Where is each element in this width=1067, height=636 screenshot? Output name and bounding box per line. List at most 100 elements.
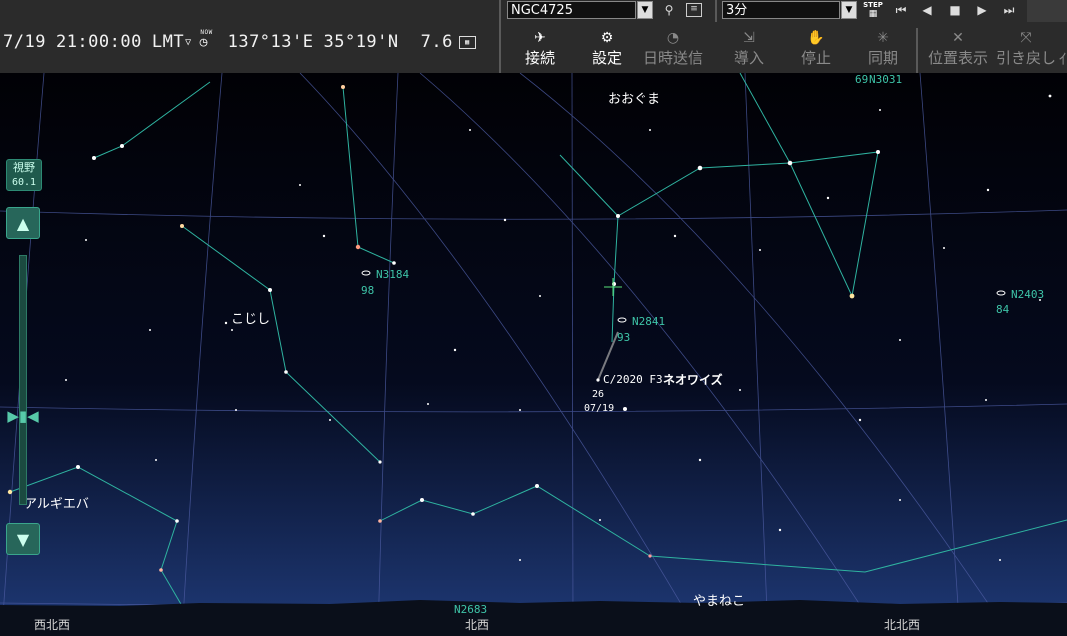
zoom-readout[interactable]: 7.6 (421, 32, 453, 52)
timezone-readout[interactable]: LMT (152, 32, 184, 52)
zoom-out-button[interactable]: ▼ (6, 523, 40, 555)
longitude-readout[interactable]: 137°13'E (228, 32, 314, 52)
star (378, 519, 382, 523)
star (648, 554, 652, 558)
galaxy-mag-n2403: 84 (996, 303, 1010, 316)
telescope-goto-icon: ⇲ (743, 30, 755, 46)
star (329, 419, 331, 421)
latitude-readout[interactable]: 35°19'N (323, 32, 398, 52)
star (392, 261, 396, 265)
galaxy-label-n3031[interactable]: N3031 (869, 73, 902, 86)
settings-button[interactable]: ⚙ 設定 (575, 28, 639, 72)
status-line: 7/19 21:00:00 LMT ▽ NOW ◷ 137°13'E 35°19… (0, 28, 476, 56)
pullback-button[interactable]: ⤧ 引き戻し (993, 28, 1059, 72)
position-display-button[interactable]: ✕ 位置表示 (924, 28, 992, 72)
pullback-icon: ⤧ (1020, 30, 1032, 46)
star (427, 403, 429, 405)
direction-wnw: 西北西 (34, 618, 71, 632)
step-forward-icon[interactable]: ▶ (973, 2, 991, 18)
star (519, 559, 521, 561)
star (623, 407, 627, 411)
star (85, 239, 87, 241)
star-label-algieba[interactable]: アルギエバ (24, 493, 89, 512)
star (697, 165, 703, 171)
search-icon[interactable]: ⚲ (660, 2, 678, 18)
toolbar-separator (499, 0, 501, 73)
galaxy-label-n3184[interactable]: N3184 (376, 268, 409, 281)
star (149, 329, 151, 331)
step-grid-icon: ▦ (868, 9, 878, 19)
galaxy-label-n2683[interactable]: N2683 (454, 603, 487, 616)
star (673, 234, 677, 238)
list-icon[interactable]: ≡ (686, 3, 702, 17)
comet-name[interactable]: ネオワイズ (663, 371, 723, 388)
now-clock-button[interactable]: NOW ◷ (196, 29, 218, 53)
stop-label: 停止 (800, 49, 831, 67)
comet-designation[interactable]: C/2020 F3 (603, 373, 663, 386)
send-datetime-button[interactable]: ◔ 日時送信 (640, 28, 706, 72)
zoom-slider-track[interactable] (19, 255, 27, 505)
star (787, 160, 793, 166)
skip-forward-icon[interactable]: ⏭ (1000, 2, 1018, 18)
star (159, 568, 163, 572)
galaxy-mag-n3031: 69 (855, 73, 869, 86)
star (778, 528, 782, 532)
fov-indicator[interactable]: 視野 60.1 (6, 159, 42, 191)
toolbar-handle[interactable] (1027, 0, 1067, 22)
step-select[interactable]: 3分 (722, 1, 840, 19)
star (539, 295, 541, 297)
skip-back-icon[interactable]: ⏮ (892, 2, 910, 18)
star (322, 234, 326, 238)
position-display-label: 位置表示 (927, 49, 988, 67)
star (899, 339, 901, 341)
sky-chart[interactable] (0, 73, 1067, 636)
connect-button[interactable]: ✈ 接続 (508, 28, 572, 72)
sync-button[interactable]: ✳ 同期 (851, 28, 915, 72)
constellation-label-lynx[interactable]: やまねこ (693, 590, 745, 609)
galaxy-label-n2841[interactable]: N2841 (632, 315, 665, 328)
star (120, 144, 124, 148)
galaxy-label-n2403[interactable]: N2403 (1011, 288, 1044, 301)
toolbar-overflow-icon[interactable]: ｲ (1059, 48, 1067, 69)
direction-nw: 北西 (465, 618, 490, 632)
comet-nucleus (596, 378, 600, 382)
fov-value: 60.1 (11, 177, 37, 188)
star (155, 459, 157, 461)
stop-button[interactable]: ✋ 停止 (784, 28, 848, 72)
star (378, 460, 382, 464)
toolbar-separator (916, 28, 918, 73)
dropdown-triangle-icon[interactable]: ▽ (185, 37, 192, 48)
object-search-input[interactable]: NGC4725 (507, 1, 636, 19)
alarm-clock-icon: ◷ (199, 35, 208, 50)
date-readout[interactable]: 7/19 (3, 32, 46, 52)
stop-hand-icon: ✋ (807, 30, 825, 46)
star (268, 288, 272, 292)
step-button[interactable]: STEP ▦ (862, 1, 884, 20)
zoom-slider-thumb[interactable]: ▶▮◀ (4, 406, 42, 426)
goto-button[interactable]: ⇲ 導入 (717, 28, 781, 72)
step-badge: STEP (863, 1, 883, 9)
keyboard-icon[interactable]: ▦ (458, 35, 476, 49)
constellation-label-ursa-major[interactable]: おおぐま (608, 88, 660, 107)
step-back-icon[interactable]: ◀ (918, 2, 936, 18)
star (503, 218, 507, 222)
step-dropdown-button[interactable]: ▼ (841, 1, 857, 19)
object-dropdown-button[interactable]: ▼ (637, 1, 653, 19)
zoom-in-button[interactable]: ▲ (6, 207, 40, 239)
galaxy-mag-n3184: 98 (361, 284, 375, 297)
star (599, 519, 601, 521)
star (876, 150, 880, 154)
sync-label: 同期 (867, 49, 898, 67)
star (986, 188, 990, 192)
time-readout[interactable]: 21:00:00 (56, 32, 142, 52)
direction-nnw: 北北西 (884, 618, 921, 632)
toolbar: 7/19 21:00:00 LMT ▽ NOW ◷ 137°13'E 35°19… (0, 0, 1067, 74)
star (759, 249, 761, 251)
star (355, 244, 361, 250)
star (698, 458, 702, 462)
star (649, 129, 651, 131)
gear-icon: ⚙ (600, 30, 614, 46)
stop-icon[interactable]: ■ (946, 2, 964, 18)
sky-background (0, 73, 1067, 636)
constellation-label-leo-minor[interactable]: こじし (231, 308, 270, 327)
